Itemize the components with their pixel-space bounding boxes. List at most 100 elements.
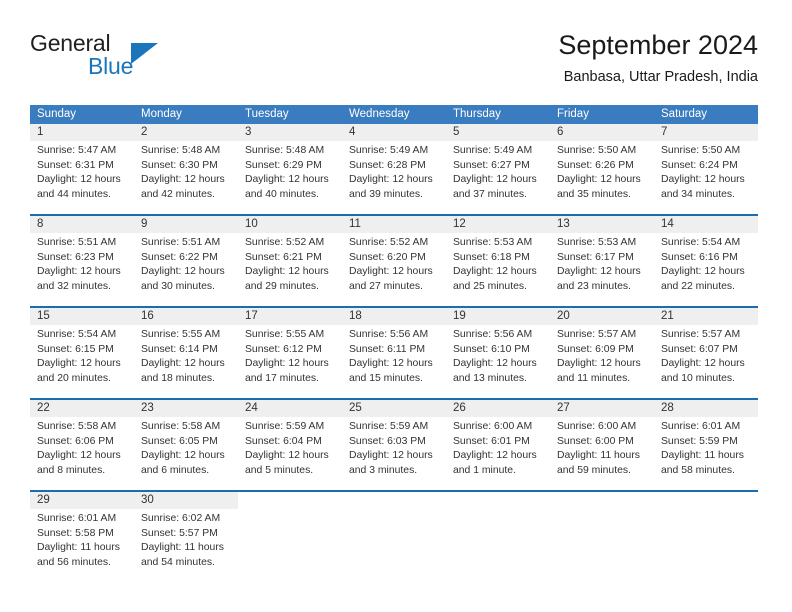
day-cell[interactable]: Sunrise: 5:57 AM Sunset: 6:07 PM Daylight:…	[654, 325, 758, 392]
day-cell[interactable]: Sunrise: 5:59 AM Sunset: 6:04 PM Daylight:…	[238, 417, 342, 484]
sunrise-text: Sunrise: 5:58 AM	[37, 421, 117, 432]
day-number[interactable]: 28	[654, 400, 758, 417]
day-number[interactable]: 18	[342, 308, 446, 325]
daylight-text-line2: and 22 minutes.	[661, 280, 735, 292]
day-number[interactable]: 6	[550, 124, 654, 141]
day-number[interactable]: 16	[134, 308, 238, 325]
day-number[interactable]	[654, 492, 758, 509]
sunrise-text: Sunrise: 6:01 AM	[37, 513, 117, 524]
week-content-row: Sunrise: 5:47 AM Sunset: 6:31 PM Daylight:…	[30, 141, 758, 208]
daylight-text-line1: Daylight: 12 hours	[349, 266, 433, 278]
day-number[interactable]: 19	[446, 308, 550, 325]
day-cell[interactable]: Sunrise: 5:51 AM Sunset: 6:23 PM Daylight:…	[30, 233, 134, 300]
daylight-text-line2: and 18 minutes.	[141, 372, 215, 384]
day-cell[interactable]: Sunrise: 5:50 AM Sunset: 6:26 PM Daylight:…	[550, 141, 654, 208]
daylight-text-line1: Daylight: 12 hours	[245, 358, 329, 370]
daylight-text-line1: Daylight: 12 hours	[349, 358, 433, 370]
day-number[interactable]: 7	[654, 124, 758, 141]
day-cell[interactable]	[550, 509, 654, 576]
day-number[interactable]: 23	[134, 400, 238, 417]
day-cell[interactable]: Sunrise: 5:55 AM Sunset: 6:12 PM Daylight:…	[238, 325, 342, 392]
day-number[interactable]: 22	[30, 400, 134, 417]
day-number[interactable]: 12	[446, 216, 550, 233]
day-number[interactable]: 30	[134, 492, 238, 509]
day-cell[interactable]	[654, 509, 758, 576]
day-cell[interactable]	[446, 509, 550, 576]
day-number[interactable]: 1	[30, 124, 134, 141]
day-number[interactable]: 2	[134, 124, 238, 141]
day-number[interactable]: 21	[654, 308, 758, 325]
day-cell[interactable]: Sunrise: 5:53 AM Sunset: 6:17 PM Daylight:…	[550, 233, 654, 300]
daylight-text-line1: Daylight: 12 hours	[245, 174, 329, 186]
day-cell[interactable]: Sunrise: 5:51 AM Sunset: 6:22 PM Daylight:…	[134, 233, 238, 300]
day-cell[interactable]: Sunrise: 5:56 AM Sunset: 6:11 PM Daylight:…	[342, 325, 446, 392]
day-number[interactable]: 20	[550, 308, 654, 325]
day-cell[interactable]: Sunrise: 5:47 AM Sunset: 6:31 PM Daylight:…	[30, 141, 134, 208]
weekday-header-monday: Monday	[141, 108, 182, 120]
day-number[interactable]: 24	[238, 400, 342, 417]
day-number[interactable]	[238, 492, 342, 509]
day-number[interactable]: 3	[238, 124, 342, 141]
day-number[interactable]: 14	[654, 216, 758, 233]
weekday-header-wednesday: Wednesday	[349, 108, 410, 120]
day-number[interactable]: 27	[550, 400, 654, 417]
day-cell[interactable]	[342, 509, 446, 576]
day-number[interactable]: 26	[446, 400, 550, 417]
day-cell[interactable]: Sunrise: 5:58 AM Sunset: 6:05 PM Daylight:…	[134, 417, 238, 484]
day-cell[interactable]: Sunrise: 6:02 AM Sunset: 5:57 PM Daylight:…	[134, 509, 238, 576]
day-cell[interactable]: Sunrise: 5:53 AM Sunset: 6:18 PM Daylight:…	[446, 233, 550, 300]
day-cell[interactable]: Sunrise: 5:55 AM Sunset: 6:14 PM Daylight:…	[134, 325, 238, 392]
day-cell[interactable]: Sunrise: 5:54 AM Sunset: 6:15 PM Daylight:…	[30, 325, 134, 392]
day-cell[interactable]	[238, 509, 342, 576]
sunrise-text: Sunrise: 5:51 AM	[141, 237, 221, 248]
triangle-logo-icon	[131, 43, 158, 64]
week-content-row: Sunrise: 5:51 AM Sunset: 6:23 PM Daylight:…	[30, 233, 758, 300]
day-cell[interactable]: Sunrise: 6:01 AM Sunset: 5:59 PM Daylight:…	[654, 417, 758, 484]
weekday-header-saturday: Saturday	[661, 108, 708, 120]
sunset-text: Sunset: 6:12 PM	[245, 343, 322, 355]
day-cell[interactable]: Sunrise: 5:49 AM Sunset: 6:28 PM Daylight:…	[342, 141, 446, 208]
day-cell[interactable]: Sunrise: 5:50 AM Sunset: 6:24 PM Daylight:…	[654, 141, 758, 208]
day-number[interactable]: 10	[238, 216, 342, 233]
day-cell[interactable]: Sunrise: 6:00 AM Sunset: 6:00 PM Daylight:…	[550, 417, 654, 484]
day-cell[interactable]: Sunrise: 5:56 AM Sunset: 6:10 PM Daylight:…	[446, 325, 550, 392]
day-cell[interactable]: Sunrise: 5:52 AM Sunset: 6:20 PM Daylight:…	[342, 233, 446, 300]
day-number[interactable]: 15	[30, 308, 134, 325]
daylight-text-line1: Daylight: 12 hours	[661, 174, 745, 186]
day-cell[interactable]: Sunrise: 5:48 AM Sunset: 6:29 PM Daylight:…	[238, 141, 342, 208]
sunrise-text: Sunrise: 5:54 AM	[661, 237, 741, 248]
daylight-text-line2: and 32 minutes.	[37, 280, 111, 292]
day-number[interactable]: 25	[342, 400, 446, 417]
sunrise-text: Sunrise: 5:55 AM	[245, 329, 325, 340]
sunset-text: Sunset: 6:23 PM	[37, 251, 114, 263]
sunset-text: Sunset: 6:28 PM	[349, 159, 426, 171]
day-cell[interactable]: Sunrise: 5:49 AM Sunset: 6:27 PM Daylight:…	[446, 141, 550, 208]
day-number[interactable]: 8	[30, 216, 134, 233]
week-daynumber-band: 1234567	[30, 124, 758, 141]
day-number[interactable]: 29	[30, 492, 134, 509]
day-number[interactable]: 11	[342, 216, 446, 233]
day-cell[interactable]: Sunrise: 6:01 AM Sunset: 5:58 PM Daylight:…	[30, 509, 134, 576]
daylight-text-line1: Daylight: 12 hours	[557, 174, 641, 186]
sunset-text: Sunset: 6:29 PM	[245, 159, 322, 171]
day-number[interactable]: 9	[134, 216, 238, 233]
day-cell[interactable]: Sunrise: 5:59 AM Sunset: 6:03 PM Daylight:…	[342, 417, 446, 484]
day-cell[interactable]: Sunrise: 5:54 AM Sunset: 6:16 PM Daylight:…	[654, 233, 758, 300]
daylight-text-line2: and 1 minute.	[453, 464, 516, 476]
day-number[interactable]	[550, 492, 654, 509]
day-number[interactable]	[446, 492, 550, 509]
sunset-text: Sunset: 6:15 PM	[37, 343, 114, 355]
sunset-text: Sunset: 6:14 PM	[141, 343, 218, 355]
day-number[interactable]: 17	[238, 308, 342, 325]
day-cell[interactable]: Sunrise: 6:00 AM Sunset: 6:01 PM Daylight:…	[446, 417, 550, 484]
day-cell[interactable]: Sunrise: 5:58 AM Sunset: 6:06 PM Daylight:…	[30, 417, 134, 484]
day-cell[interactable]: Sunrise: 5:57 AM Sunset: 6:09 PM Daylight:…	[550, 325, 654, 392]
day-number[interactable]	[342, 492, 446, 509]
week-content-row: Sunrise: 5:54 AM Sunset: 6:15 PM Daylight:…	[30, 325, 758, 392]
day-number[interactable]: 5	[446, 124, 550, 141]
day-number[interactable]: 4	[342, 124, 446, 141]
sunrise-text: Sunrise: 5:49 AM	[349, 145, 429, 156]
day-number[interactable]: 13	[550, 216, 654, 233]
day-cell[interactable]: Sunrise: 5:52 AM Sunset: 6:21 PM Daylight:…	[238, 233, 342, 300]
day-cell[interactable]: Sunrise: 5:48 AM Sunset: 6:30 PM Daylight:…	[134, 141, 238, 208]
